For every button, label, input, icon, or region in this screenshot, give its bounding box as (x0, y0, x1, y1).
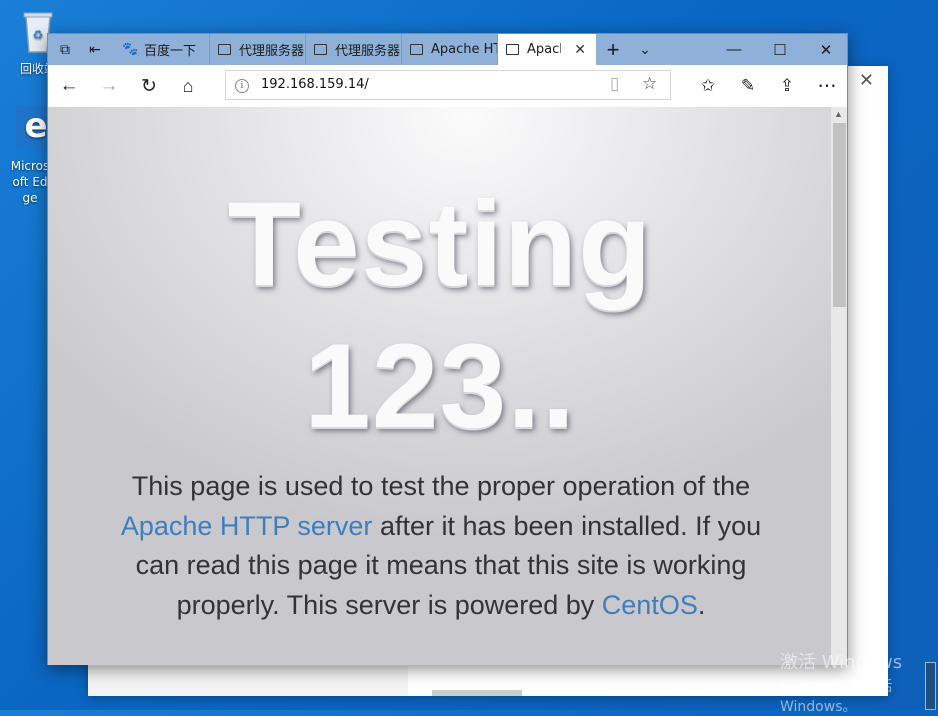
tab-apache-active[interactable]: Apache ✕ (498, 34, 596, 65)
more-icon[interactable]: ⋯ (812, 71, 842, 101)
intro-paragraph: This page is used to test the proper ope… (96, 467, 786, 625)
nav-bar: ← → ↻ ⌂ i 192.168.159.14/ ▯ ☆ ✩ ✎ ⇪ ⋯ (48, 65, 847, 108)
background-panel (88, 666, 408, 696)
page-content: Testing 123.. This page is used to test … (48, 107, 832, 665)
headline-123: 123.. (304, 319, 576, 453)
maximize-button[interactable]: ☐ (757, 34, 803, 65)
tab-apache-1[interactable]: Apache HTTP (402, 34, 498, 65)
browser-window: ⧉ ⇤ 🐾 百度一下 代理服务器 代理服务器 Apache HTTP Apach… (47, 33, 848, 665)
favorites-hub-icon[interactable]: ✩ (693, 71, 723, 101)
tab-label: Apache (527, 42, 561, 57)
address-url[interactable]: 192.168.159.14/ (261, 77, 369, 92)
watermark-line-2: 转到“设置”以激活 Windows。 (780, 679, 893, 715)
tab-proxy-2[interactable]: 代理服务器 (306, 34, 402, 65)
minimize-button[interactable]: — (711, 34, 757, 65)
activation-watermark: 激活 Windows 转到“设置”以激活 Windows。 (780, 648, 938, 716)
back-button[interactable]: ← (54, 71, 84, 101)
close-window-button[interactable]: ✕ (803, 34, 849, 65)
tab-bar: ⧉ ⇤ 🐾 百度一下 代理服务器 代理服务器 Apache HTTP Apach… (48, 34, 847, 65)
taskbar-edge (925, 662, 936, 710)
scroll-up-icon[interactable]: ▲ (834, 109, 843, 119)
set-aside-tabs-icon[interactable]: ⧉ (48, 34, 82, 65)
tab-close-icon[interactable]: ✕ (574, 42, 586, 58)
intro-text-3: . (697, 589, 706, 620)
web-note-icon[interactable]: ✎ (733, 71, 763, 101)
page-icon (506, 44, 519, 55)
tab-label: 百度一下 (144, 44, 197, 59)
address-bar[interactable]: i 192.168.159.14/ ▯ ☆ (225, 70, 671, 100)
home-button[interactable]: ⌂ (173, 71, 203, 101)
desktop-icon-label: Microsoft Edge (10, 159, 50, 205)
tab-proxy-1[interactable]: 代理服务器 (210, 34, 306, 65)
tab-baidu[interactable]: 🐾 百度一下 (114, 34, 210, 65)
page-icon (314, 44, 327, 55)
centos-link[interactable]: CentOS (602, 590, 698, 620)
baidu-icon: 🐾 (122, 41, 139, 57)
tab-label: 代理服务器 (335, 44, 401, 59)
tab-label: 代理服务器 (239, 44, 305, 59)
watermark-line-1: 激活 Windows (780, 652, 903, 673)
page-icon (410, 44, 423, 55)
share-icon[interactable]: ⇪ (772, 71, 802, 101)
new-tab-button[interactable]: + (596, 34, 630, 65)
scroll-thumb[interactable] (833, 123, 846, 307)
svg-text:♻: ♻ (33, 28, 44, 42)
headline-testing: Testing (227, 177, 653, 311)
forward-button[interactable]: → (94, 71, 124, 101)
apache-link[interactable]: Apache HTTP server (121, 511, 373, 541)
chevron-down-icon[interactable]: ⌄ (628, 34, 662, 65)
reading-view-icon[interactable]: ▯ (610, 74, 619, 94)
refresh-button[interactable]: ↻ (134, 71, 164, 101)
tab-preview-icon[interactable]: ⇤ (78, 34, 112, 65)
page-icon (218, 44, 231, 55)
close-icon[interactable]: ✕ (859, 70, 874, 91)
background-scrollbar (432, 690, 522, 696)
info-icon[interactable]: i (235, 79, 249, 93)
tab-label: Apache HTTP (431, 42, 497, 57)
intro-text-1: This page is used to test the proper ope… (131, 471, 751, 501)
favorite-star-icon[interactable]: ☆ (642, 74, 657, 94)
vertical-scrollbar[interactable]: ▲ (831, 107, 847, 665)
